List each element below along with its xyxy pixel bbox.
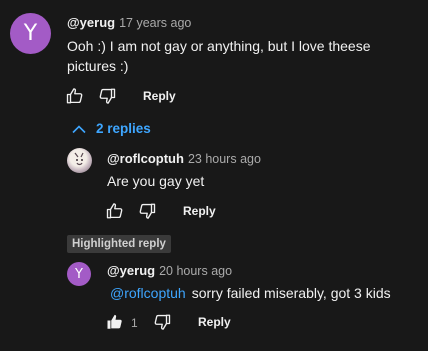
mention-link[interactable]: @roflcoptuh <box>110 285 186 301</box>
chevron-up-icon <box>72 124 86 133</box>
avatar[interactable] <box>67 148 92 173</box>
dislike-button[interactable] <box>98 87 116 105</box>
reply-button[interactable]: Reply <box>198 315 231 329</box>
dislike-button[interactable] <box>153 313 171 331</box>
reply-author[interactable]: @yerug <box>107 263 155 278</box>
avatar-letter: Y <box>75 266 83 282</box>
like-button[interactable] <box>106 202 124 220</box>
reply-button[interactable]: Reply <box>183 204 216 218</box>
avatar[interactable]: Y <box>67 262 91 286</box>
highlighted-badge: Highlighted reply <box>67 235 171 253</box>
like-button[interactable] <box>106 313 124 331</box>
comment-time[interactable]: 17 years ago <box>119 16 191 30</box>
comment-text-line: pictures :) <box>67 58 129 74</box>
reply-author[interactable]: @roflcoptuh <box>107 151 184 166</box>
reply-header: @yerug 20 hours ago <box>107 262 232 280</box>
reply-text: Are you gay yet <box>107 173 205 189</box>
reply-time[interactable]: 23 hours ago <box>188 152 261 166</box>
comment-author[interactable]: @yerug <box>67 15 115 30</box>
comment-text-line: Ooh :) I am not gay or anything, but I l… <box>67 38 371 54</box>
thumbs-up-filled-icon <box>107 314 122 329</box>
comment-header: @yerug 17 years ago <box>67 14 191 32</box>
reply-button[interactable]: Reply <box>143 89 176 103</box>
reply-header: @roflcoptuh 23 hours ago <box>107 150 261 168</box>
reply-text: @roflcoptuh sorry failed miserably, got 3… <box>110 283 391 303</box>
comment-text: Ooh :) I am not gay or anything, but I l… <box>67 36 371 76</box>
avatar[interactable]: Y <box>10 13 51 54</box>
avatar-image <box>74 152 84 166</box>
thumbs-up-icon <box>66 88 83 104</box>
like-count: 1 <box>131 316 138 330</box>
reply-time[interactable]: 20 hours ago <box>159 264 232 278</box>
thumbs-down-icon <box>139 203 156 219</box>
like-button[interactable] <box>66 87 84 105</box>
avatar-letter: Y <box>23 21 38 46</box>
thumbs-up-icon <box>106 203 123 219</box>
replies-count-label: 2 replies <box>96 121 151 136</box>
reply-body: sorry failed miserably, got 3 kids <box>191 285 391 301</box>
thumbs-down-icon <box>99 88 116 104</box>
thumbs-down-icon <box>154 314 171 330</box>
replies-toggle[interactable]: 2 replies <box>72 121 151 136</box>
dislike-button[interactable] <box>138 202 156 220</box>
